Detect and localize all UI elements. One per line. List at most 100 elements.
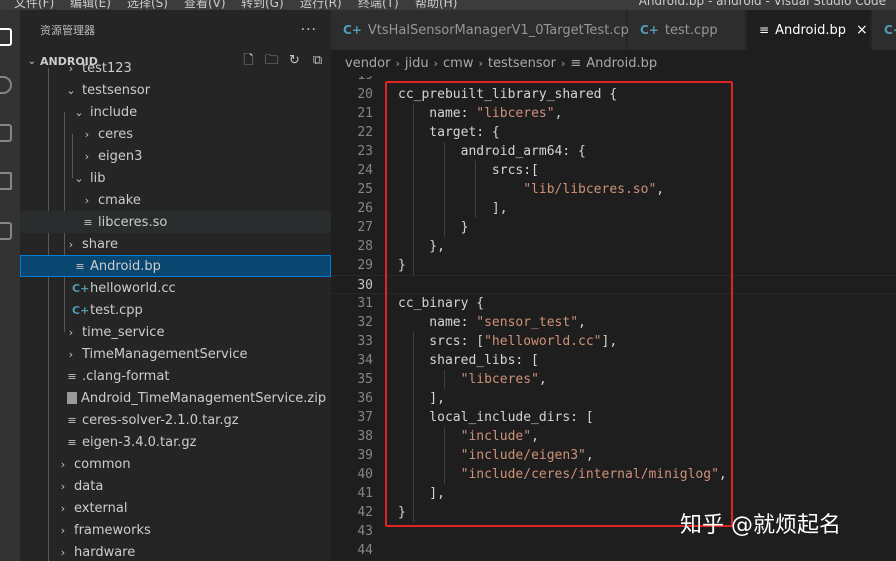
tree-folder-5[interactable]: ⌄ lib	[20, 167, 331, 189]
search-icon[interactable]	[0, 76, 12, 94]
file-lines-icon: ≡	[83, 215, 93, 229]
code-line: 20 cc_prebuilt_library_shared {	[331, 85, 896, 104]
tree-file-11[interactable]: C+ test.cpp	[20, 299, 331, 321]
menu-go[interactable]: 转到(G)	[241, 0, 284, 10]
file-lines-icon: ≡	[570, 55, 582, 71]
tree-item-label: external	[74, 500, 128, 516]
window-title: Android.bp - android - Visual Studio Cod…	[638, 0, 886, 8]
run-debug-icon[interactable]	[0, 172, 12, 190]
tree-folder-21[interactable]: › frameworks	[20, 519, 331, 541]
code-text: android_arm64: {	[398, 144, 586, 159]
code-text: shared_libs: [	[398, 353, 539, 368]
tree-file-17[interactable]: ≡ eigen-3.4.0.tar.gz	[20, 431, 331, 453]
tree-folder-3[interactable]: › ceres	[20, 123, 331, 145]
tree-folder-20[interactable]: › external	[20, 497, 331, 519]
tree-folder-6[interactable]: › cmake	[20, 189, 331, 211]
chevron-right-icon: ›	[60, 545, 66, 559]
code-line: 30	[331, 275, 896, 294]
breadcrumb-jidu[interactable]: jidu	[405, 56, 429, 71]
code-text: cc_binary {	[398, 296, 485, 311]
chevron-right-icon: ›	[60, 501, 66, 515]
code-text: }	[398, 220, 469, 235]
cpp-file-icon: C+	[72, 281, 90, 295]
code-line: 22 target: {	[331, 123, 896, 142]
tab-overflow[interactable]: C+	[872, 10, 896, 50]
tab-bar: C+ VtsHalSensorManagerV1_0TargetTest.cpp…	[331, 10, 896, 50]
tab-test-cpp[interactable]: C+ test.cpp	[628, 10, 746, 50]
tree-folder-0[interactable]: › test123	[20, 57, 331, 79]
tree-item-label: cmake	[98, 192, 141, 208]
tree-file-14[interactable]: ≡ .clang-format	[20, 365, 331, 387]
code-text: ],	[398, 486, 445, 501]
close-icon[interactable]: ×	[856, 22, 868, 38]
code-line: 32 name: "sensor_test",	[331, 313, 896, 332]
code-line: 28 },	[331, 237, 896, 256]
tree-folder-1[interactable]: ⌄ testsensor	[20, 79, 331, 101]
zip-file-icon	[67, 392, 77, 404]
breadcrumb-file[interactable]: Android.bp	[586, 56, 657, 71]
tree-file-7[interactable]: ≡ libceres.so	[20, 211, 331, 233]
breadcrumb-cmw[interactable]: cmw	[443, 56, 473, 71]
menu-terminal[interactable]: 终端(T)	[358, 0, 399, 10]
menu-run[interactable]: 运行(R)	[300, 0, 342, 10]
tab-android-bp[interactable]: ≡ Android.bp ×	[747, 10, 871, 50]
tree-folder-13[interactable]: › TimeManagementService	[20, 343, 331, 365]
extensions-icon[interactable]	[0, 222, 12, 240]
tree-folder-12[interactable]: › time_service	[20, 321, 331, 343]
file-tree: › test123 ⌄ testsensor ⌄ include › ceres › eigen3…	[20, 10, 331, 561]
line-number: 30	[357, 278, 373, 293]
tree-item-label: TimeManagementService	[82, 346, 248, 362]
tab-vtshal-cpp[interactable]: C+ VtsHalSensorManagerV1_0TargetTest.cpp	[331, 10, 637, 50]
chevron-right-icon: ›	[60, 523, 66, 537]
menu-edit[interactable]: 编辑(E)	[70, 0, 111, 10]
line-number: 24	[357, 163, 373, 178]
code-text: "libceres",	[460, 372, 547, 387]
line-number: 35	[357, 372, 373, 387]
tree-item-label: ceres	[98, 126, 133, 142]
tree-item-label: test.cpp	[90, 302, 143, 318]
line-number: 34	[357, 353, 373, 368]
chevron-right-icon: ›	[84, 127, 90, 141]
chevron-right-icon: ›	[68, 325, 74, 339]
menu-file[interactable]: 文件(F)	[14, 0, 54, 10]
tree-folder-18[interactable]: › common	[20, 453, 331, 475]
menu-selection[interactable]: 选择(S)	[127, 0, 168, 10]
chevron-down-icon: ⌄	[74, 105, 84, 119]
code-text: "include/eigen3",	[460, 448, 594, 463]
code-line: 31 cc_binary {	[331, 294, 896, 313]
tree-file-10[interactable]: C+ helloworld.cc	[20, 277, 331, 299]
tree-item-label: eigen3	[98, 148, 143, 164]
tree-item-label: data	[74, 478, 104, 494]
source-control-icon[interactable]	[0, 124, 12, 142]
cpp-file-icon: C+	[640, 23, 659, 37]
tree-folder-2[interactable]: ⌄ include	[20, 101, 331, 123]
tree-folder-19[interactable]: › data	[20, 475, 331, 497]
explorer-icon[interactable]	[0, 28, 12, 46]
chevron-right-icon: ›	[84, 193, 90, 207]
code-text: ],	[398, 201, 508, 216]
code-text: "lib/libceres.so",	[523, 182, 665, 197]
tree-item-label: share	[82, 236, 119, 252]
breadcrumb-testsensor[interactable]: testsensor	[488, 56, 556, 71]
code-editor[interactable]: 19 20 cc_prebuilt_library_shared {21 name:…	[331, 76, 896, 561]
tree-file-16[interactable]: ≡ ceres-solver-2.1.0.tar.gz	[20, 409, 331, 431]
tree-file-9[interactable]: ≡ Android.bp	[20, 255, 331, 277]
code-line: 21 name: "libceres",	[331, 104, 896, 123]
line-number: 20	[357, 87, 373, 102]
tree-folder-8[interactable]: › share	[20, 233, 331, 255]
code-text: },	[398, 239, 445, 254]
code-line: 36 ],	[331, 389, 896, 408]
tree-item-label: test123	[82, 60, 132, 76]
menu-bar: 文件(F) 编辑(E) 选择(S) 查看(V) 转到(G) 运行(R) 终端(T…	[0, 0, 896, 10]
menu-help[interactable]: 帮助(H)	[415, 0, 457, 10]
code-text: }	[398, 505, 406, 520]
tree-folder-22[interactable]: › hardware	[20, 541, 331, 561]
tree-folder-4[interactable]: › eigen3	[20, 145, 331, 167]
breadcrumb-vendor[interactable]: vendor	[345, 56, 390, 71]
menu-view[interactable]: 查看(V)	[184, 0, 226, 10]
chevron-right-icon: ›	[68, 237, 74, 251]
file-lines-icon: ≡	[67, 369, 77, 383]
chevron-right-icon: ›	[560, 56, 566, 70]
cpp-file-icon: C+	[343, 23, 362, 37]
tree-file-15[interactable]: Android_TimeManagementService.zip	[20, 387, 331, 409]
